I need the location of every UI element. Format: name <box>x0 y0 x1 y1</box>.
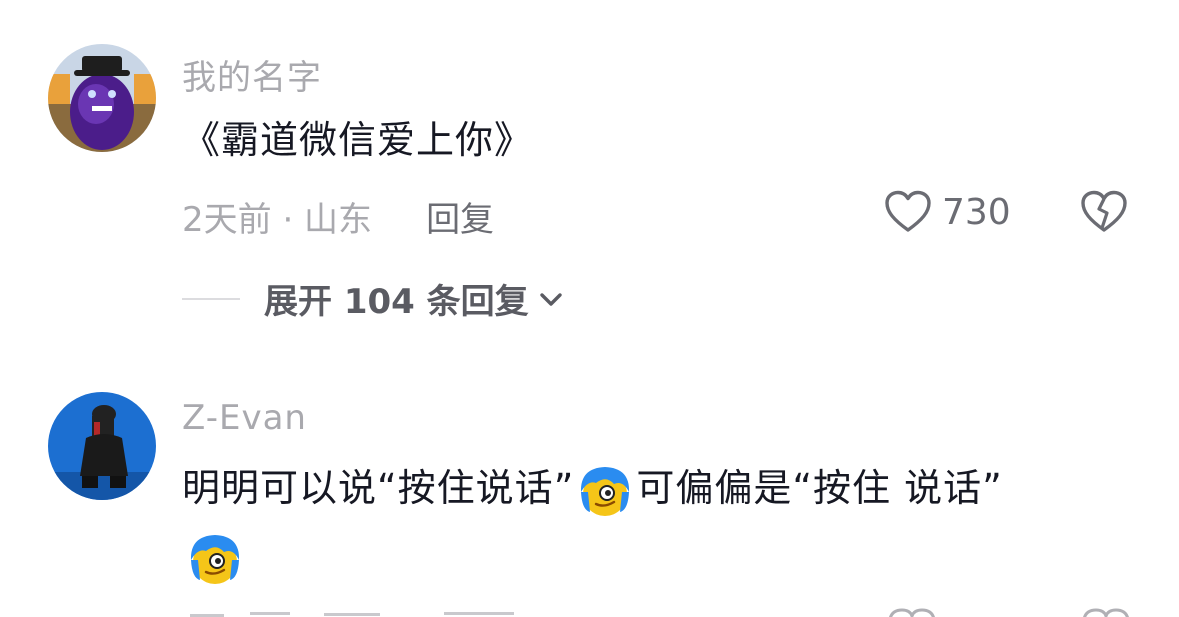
comment-username[interactable]: 我的名字 <box>182 50 322 99</box>
chevron-down-icon <box>539 292 562 306</box>
heart-outline-icon <box>885 190 931 232</box>
comment-meta: 2天前 · 山东 回复 <box>182 192 494 241</box>
comment-text: 《霸道微信爱上你》 <box>182 118 534 162</box>
eggplant-avatar-image <box>48 44 156 152</box>
blue-hair-emoji-icon <box>186 530 244 588</box>
like-button[interactable]: 730 <box>884 190 1011 234</box>
comment-text: 明明可以说“按住说话” 可偏偏是“按住 说话” <box>182 458 1003 520</box>
avatar[interactable] <box>48 44 156 152</box>
blue-hair-emoji-icon <box>576 462 634 520</box>
comment-list: 我的名字 《霸道微信爱上你》 2天前 · 山东 回复 730 展开 104 条回… <box>0 0 1179 617</box>
dislike-button[interactable] <box>1080 190 1128 238</box>
comment-username[interactable]: Z-Evan <box>182 398 307 438</box>
comment-meta-partial <box>0 604 1179 617</box>
comment-text-part: 明明可以说“按住说话” <box>182 466 575 510</box>
person-avatar-image <box>48 392 156 500</box>
expand-replies-button[interactable]: 展开 104 条回复 <box>182 274 565 323</box>
avatar[interactable] <box>48 392 156 500</box>
comment-text-emoji-line <box>184 530 246 588</box>
comment-time-location: 2天前 · 山东 <box>182 200 373 240</box>
expand-divider <box>182 297 240 300</box>
comment-text-part: 可偏偏是“按住 说话” <box>636 466 1003 510</box>
reply-button[interactable]: 回复 <box>426 192 494 241</box>
expand-replies-label: 展开 104 条回复 <box>264 282 529 322</box>
broken-heart-icon <box>1081 190 1127 232</box>
like-count: 730 <box>942 191 1011 233</box>
cutoff-footer-glyphs <box>190 608 1129 617</box>
